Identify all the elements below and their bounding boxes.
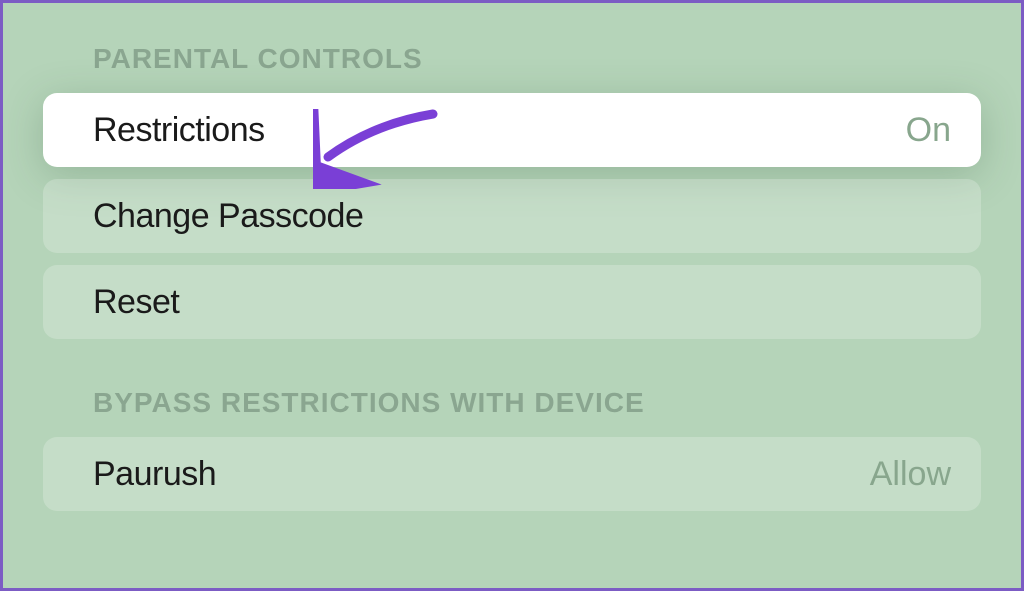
reset-row[interactable]: Reset xyxy=(43,265,981,339)
parental-controls-group: Restrictions On Change Passcode Reset xyxy=(43,93,981,339)
change-passcode-row[interactable]: Change Passcode xyxy=(43,179,981,253)
bypass-device-row[interactable]: Paurush Allow xyxy=(43,437,981,511)
restrictions-value: On xyxy=(906,111,951,150)
bypass-device-value: Allow xyxy=(870,455,951,494)
section-header-bypass: BYPASS RESTRICTIONS WITH DEVICE xyxy=(93,387,981,419)
change-passcode-label: Change Passcode xyxy=(93,197,363,236)
restrictions-row[interactable]: Restrictions On xyxy=(43,93,981,167)
bypass-device-label: Paurush xyxy=(93,455,216,494)
bypass-group: Paurush Allow xyxy=(43,437,981,511)
section-header-parental-controls: PARENTAL CONTROLS xyxy=(93,43,981,75)
restrictions-label: Restrictions xyxy=(93,111,265,150)
reset-label: Reset xyxy=(93,283,179,322)
